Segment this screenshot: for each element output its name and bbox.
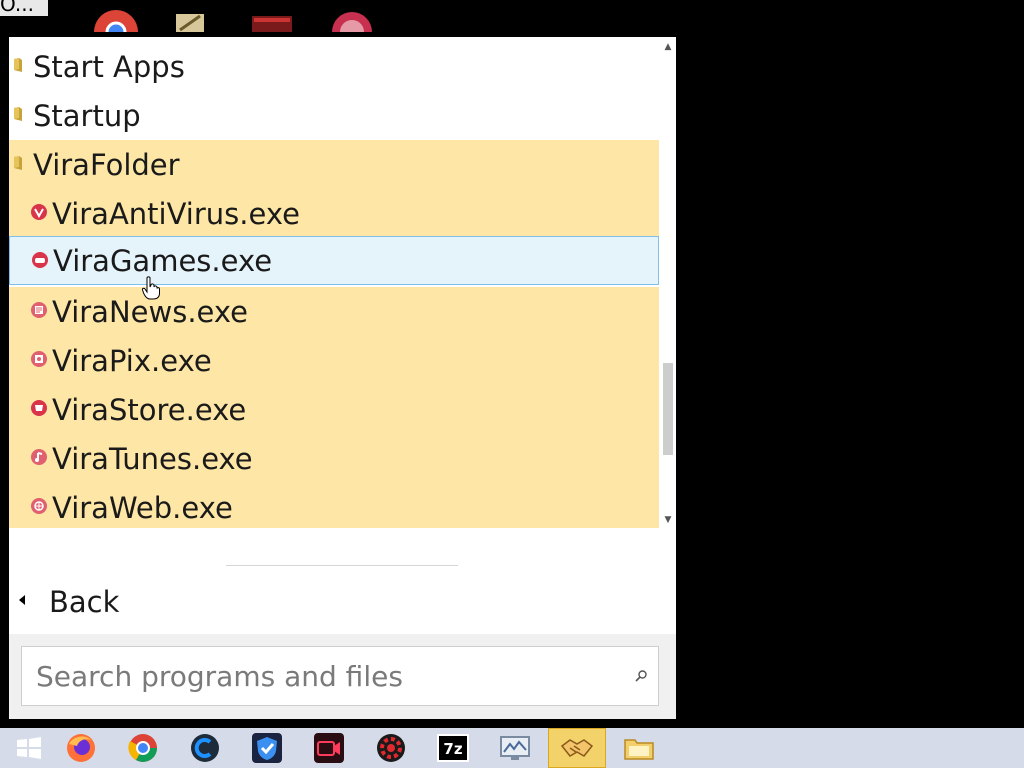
list-item-label: ViraTunes.exe	[52, 441, 253, 476]
list-item-label: ViraWeb.exe	[52, 490, 233, 525]
list-item-label: ViraAntiVirus.exe	[52, 196, 300, 231]
video-camera-icon	[314, 733, 344, 763]
handshake-icon	[560, 739, 594, 757]
ccleaner-button[interactable]	[176, 728, 234, 768]
vira-pix-icon	[31, 351, 47, 367]
video-desktop-icon[interactable]	[248, 6, 296, 32]
chrome-desktop-icon[interactable]	[92, 6, 140, 32]
list-item-vira-tunes[interactable]: ViraTunes.exe	[9, 434, 659, 483]
menu-divider	[226, 565, 458, 566]
shield-icon	[252, 733, 282, 763]
taskbar: 7z	[0, 728, 1024, 768]
video-recorder-button[interactable]	[300, 728, 358, 768]
scrollbar-thumb[interactable]	[663, 363, 673, 455]
chrome-icon	[128, 734, 157, 762]
shield-app-button[interactable]	[238, 728, 296, 768]
list-item-vira-pix[interactable]: ViraPix.exe	[9, 336, 659, 385]
scroll-up-icon[interactable]: ▲	[663, 42, 673, 52]
list-item-label: ViraPix.exe	[52, 343, 212, 378]
search-bar-area	[9, 634, 676, 719]
sync-center-button[interactable]	[548, 728, 606, 768]
list-scrollbar[interactable]: ▲ ▼	[660, 37, 676, 528]
monitor-icon	[500, 736, 530, 760]
monitor-app-button[interactable]	[486, 728, 544, 768]
list-item-label: ViraFolder	[33, 147, 180, 182]
scroll-down-icon[interactable]: ▼	[663, 515, 673, 525]
folder-icon	[14, 107, 22, 121]
chrome-button[interactable]	[114, 728, 172, 768]
list-item-vira-games[interactable]: ViraGames.exe	[9, 236, 659, 285]
folder-icon	[14, 156, 22, 170]
red-app-desktop-icon[interactable]	[328, 6, 376, 32]
vira-news-icon	[31, 302, 47, 318]
gear-icon	[377, 734, 405, 762]
start-button[interactable]	[0, 728, 58, 768]
list-item-label: Startup	[33, 98, 141, 133]
list-item-vira-folder[interactable]: ViraFolder	[9, 140, 659, 189]
list-item-label: ViraStore.exe	[52, 392, 247, 427]
file-explorer-button[interactable]	[610, 728, 668, 768]
program-list: Start Apps Startup ViraFolder ViraAntiVi…	[9, 37, 659, 528]
folder-icon	[624, 739, 654, 760]
vira-store-icon	[31, 400, 47, 416]
svg-text:7z: 7z	[443, 740, 462, 758]
search-box[interactable]	[21, 646, 659, 706]
folder-icon	[14, 58, 22, 72]
hand-cursor-icon	[142, 276, 160, 300]
start-menu: Start Apps Startup ViraFolder ViraAntiVi…	[9, 37, 676, 719]
file-desktop-icon[interactable]	[170, 6, 218, 32]
list-item-startup[interactable]: Startup	[9, 91, 659, 140]
vira-antivirus-icon	[31, 204, 47, 220]
list-item-vira-antivirus[interactable]: ViraAntiVirus.exe	[9, 189, 659, 238]
list-item-label: Start Apps	[33, 49, 185, 84]
windows-icon	[17, 737, 41, 759]
firefox-button[interactable]	[52, 728, 110, 768]
vira-web-icon	[31, 498, 47, 514]
back-arrow-icon	[19, 595, 25, 605]
search-input[interactable]	[36, 657, 616, 695]
back-label: Back	[49, 585, 120, 619]
gear-app-button[interactable]	[362, 728, 420, 768]
firefox-icon	[67, 734, 95, 762]
list-item-start-apps[interactable]: Start Apps	[9, 42, 659, 91]
ccleaner-icon	[191, 734, 219, 762]
vira-games-icon	[32, 252, 48, 268]
vira-tunes-icon	[31, 449, 47, 465]
list-item-label: ViraGames.exe	[53, 243, 273, 278]
7zip-button[interactable]: 7z	[424, 728, 482, 768]
list-item-vira-store[interactable]: ViraStore.exe	[9, 385, 659, 434]
list-item-vira-news[interactable]: ViraNews.exe	[9, 287, 659, 336]
desktop-icon-label[interactable]: O...	[0, 0, 48, 16]
list-item-vira-web[interactable]: ViraWeb.exe	[9, 483, 659, 528]
search-icon[interactable]	[634, 669, 648, 683]
7zip-icon: 7z	[437, 734, 469, 762]
back-button[interactable]: Back	[9, 582, 309, 622]
